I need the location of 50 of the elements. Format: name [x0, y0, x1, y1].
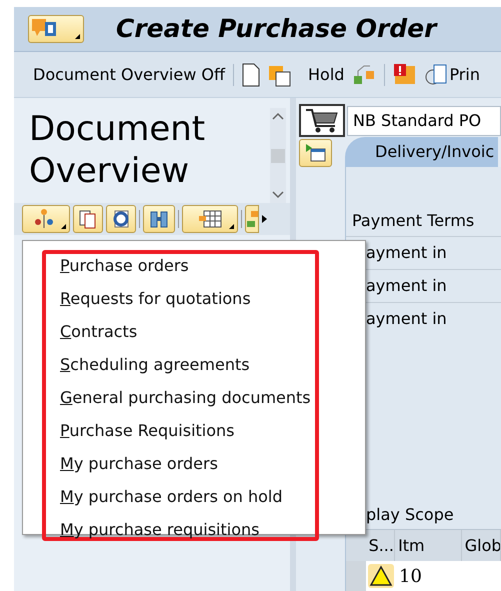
grid-icon: [198, 210, 222, 228]
cart-button[interactable]: [299, 104, 345, 137]
menu-item[interactable]: Contracts: [60, 315, 311, 348]
tree-button[interactable]: [22, 205, 70, 233]
order-type-field[interactable]: NB Standard PO: [347, 106, 501, 136]
refresh-icon: [111, 209, 131, 229]
print-icon[interactable]: [425, 62, 448, 86]
copy-button[interactable]: [73, 205, 103, 233]
menu-item[interactable]: My purchase orders on hold: [60, 480, 311, 513]
payment-row-label: ayment in: [366, 242, 447, 264]
section-label: play Scope: [365, 504, 455, 526]
layout-button[interactable]: [182, 205, 238, 233]
menu-item[interactable]: General purchasing documents: [60, 381, 311, 414]
find-button[interactable]: [143, 205, 175, 233]
toolbar-button[interactable]: Prin: [449, 62, 480, 86]
binoculars-icon: [149, 209, 169, 229]
scroll-down-icon[interactable]: [272, 191, 284, 199]
menu-item[interactable]: Scheduling agreements: [60, 348, 311, 381]
expand-panel-icon: [304, 143, 326, 163]
refresh-button[interactable]: [106, 205, 136, 233]
table-cell-text: 10: [398, 564, 423, 588]
toolbar-button[interactable]: Document Overview Off: [33, 62, 226, 86]
caret-icon: [229, 224, 234, 229]
shopping-cart-icon: [305, 108, 339, 134]
scroll-thumb[interactable]: [271, 148, 285, 162]
export-icon: [246, 209, 258, 229]
caret-icon: [61, 224, 66, 229]
payment-row-label: ayment in: [366, 275, 447, 297]
payment-row-label: ayment in: [366, 308, 447, 330]
expand-button[interactable]: [299, 139, 332, 167]
field-label: Payment Terms: [351, 210, 476, 232]
tab[interactable]: Delivery/Invoic: [345, 137, 498, 167]
copy-icon: [78, 209, 98, 229]
caret-icon: [75, 34, 80, 39]
menu-button[interactable]: [28, 15, 84, 43]
scrollbar[interactable]: [270, 108, 286, 203]
window-title: Create Purchase Order: [116, 13, 436, 46]
scroll-up-icon[interactable]: [272, 112, 284, 120]
menu-item[interactable]: My purchase requisitions: [60, 513, 311, 546]
menu-item[interactable]: My purchase orders: [60, 447, 311, 480]
panel-title: Document Overview: [28, 108, 206, 193]
menu-item[interactable]: Purchase Requisitions: [60, 414, 311, 447]
more-arrow-icon[interactable]: [262, 215, 267, 223]
menu-item[interactable]: Requests for quotations: [60, 282, 311, 315]
document-icon[interactable]: [242, 62, 260, 86]
warning-icon: [368, 564, 394, 588]
toolbar-button[interactable]: Hold: [308, 62, 344, 86]
menu-item[interactable]: Purchase orders: [60, 249, 311, 282]
error-log-icon[interactable]: [393, 62, 418, 86]
hierarchy-icon[interactable]: [352, 62, 376, 86]
